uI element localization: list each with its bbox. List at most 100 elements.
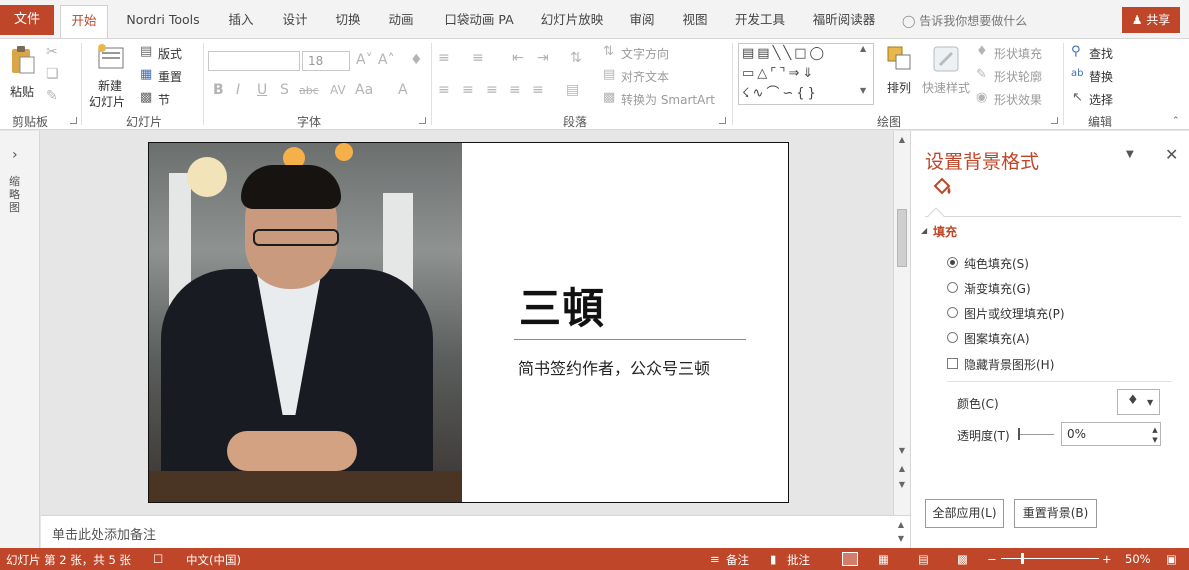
align-left-icon[interactable]: ≡	[438, 83, 450, 97]
gallery-up-icon[interactable]: ▲	[860, 45, 866, 53]
solid-fill-radio[interactable]	[947, 257, 958, 268]
justify-icon[interactable]: ≡	[509, 83, 521, 97]
line-spacing-icon[interactable]: ⇅	[570, 51, 582, 65]
align-text-button[interactable]: ▤ 对齐文本	[603, 67, 685, 85]
hide-background-checkbox[interactable]	[947, 358, 958, 369]
tab-animations[interactable]: 动画	[382, 5, 420, 35]
tab-developer[interactable]: 开发工具	[730, 5, 790, 35]
scroll-down-icon[interactable]: ▼	[897, 446, 907, 456]
tab-foxit-reader[interactable]: 福昕阅读器	[808, 5, 880, 35]
shrink-font-icon[interactable]: A˄	[378, 53, 395, 67]
scrollbar-thumb[interactable]	[897, 209, 907, 267]
italic-icon[interactable]: I	[236, 83, 240, 97]
zoom-slider-handle[interactable]	[1021, 553, 1024, 564]
apply-to-all-button[interactable]: 全部应用(L)	[925, 499, 1004, 528]
font-launcher-icon[interactable]	[419, 117, 426, 124]
replace-button[interactable]: ab 替换	[1071, 67, 1131, 85]
clipboard-launcher-icon[interactable]	[70, 117, 77, 124]
tab-slideshow[interactable]: 幻灯片放映	[536, 5, 608, 35]
section-button[interactable]: ▩ 节	[140, 90, 196, 108]
font-name-select[interactable]	[208, 51, 300, 71]
expand-thumbnails-icon[interactable]: ›	[12, 147, 18, 163]
zoom-level[interactable]: 50%	[1125, 552, 1151, 566]
paragraph-launcher-icon[interactable]	[719, 117, 726, 124]
zoom-out-icon[interactable]: −	[987, 552, 997, 566]
reset-background-button[interactable]: 重置背景(B)	[1014, 499, 1097, 528]
shape-fill-button[interactable]: ♦ 形状填充	[976, 44, 1056, 62]
distributed-icon[interactable]: ≡	[532, 83, 544, 97]
portrait-photo[interactable]	[149, 143, 462, 502]
spin-up-icon[interactable]: ▲	[1150, 425, 1160, 435]
shape-outline-button[interactable]: ✎ 形状轮廓	[976, 67, 1056, 85]
bullets-icon[interactable]: ≡	[438, 51, 450, 65]
tab-home[interactable]: 开始	[60, 5, 108, 39]
scroll-up-icon[interactable]: ▲	[897, 135, 907, 145]
grow-font-icon[interactable]: A˅	[356, 53, 373, 67]
transparency-slider[interactable]	[1018, 434, 1054, 435]
slide-canvas[interactable]: 三頓 简书签约作者，公众号三顿	[148, 142, 789, 503]
share-button[interactable]: ♟ 共享	[1122, 7, 1180, 33]
align-center-icon[interactable]: ≡	[462, 83, 474, 97]
slide-divider-line[interactable]	[514, 339, 746, 340]
copy-icon[interactable]: ❏	[46, 67, 59, 81]
gallery-more-icon[interactable]: ▼	[860, 87, 866, 95]
notes-scroll-down-icon[interactable]: ▼	[896, 534, 906, 544]
notes-pane[interactable]: 单击此处添加备注 ▲ ▼	[41, 515, 910, 548]
cut-icon[interactable]: ✂	[46, 45, 58, 59]
increase-indent-icon[interactable]: ⇥	[537, 51, 549, 65]
previous-slide-icon[interactable]: ▲	[897, 464, 907, 474]
tell-me-search[interactable]: ◯ 告诉我你想要做什么	[902, 12, 1027, 29]
numbering-icon[interactable]: ≡	[472, 51, 484, 65]
language-indicator[interactable]: 中文(中国)	[186, 552, 241, 568]
transparency-slider-handle[interactable]	[1018, 428, 1020, 440]
arrange-button[interactable]: 排列	[884, 43, 916, 107]
fit-slide-icon[interactable]: ▣	[1166, 552, 1177, 566]
tab-view[interactable]: 视图	[677, 5, 713, 35]
quick-styles-button[interactable]: 快速样式	[920, 43, 972, 107]
close-icon[interactable]: ✕	[1165, 145, 1178, 164]
picture-fill-radio[interactable]	[947, 307, 958, 318]
collapse-section-icon[interactable]: ◢	[921, 226, 927, 235]
shape-effects-button[interactable]: ◉ 形状效果	[976, 90, 1056, 108]
format-painter-icon[interactable]: ✎	[46, 89, 58, 103]
fill-bucket-icon[interactable]	[931, 175, 953, 197]
find-button[interactable]: ⚲ 查找	[1071, 44, 1131, 62]
pane-scrollbar[interactable]	[1183, 227, 1189, 477]
pattern-fill-radio[interactable]	[947, 332, 958, 343]
strikethrough-icon[interactable]: abc	[299, 85, 319, 96]
clear-format-icon[interactable]: ♦	[410, 53, 423, 67]
shadow-icon[interactable]: S	[280, 83, 289, 97]
reset-button[interactable]: ▦ 重置	[140, 67, 196, 85]
columns-icon[interactable]: ▤	[566, 83, 579, 97]
font-size-select[interactable]: 18	[302, 51, 350, 71]
new-slide-button[interactable]: 新建 幻灯片	[88, 43, 136, 109]
zoom-slider[interactable]	[1001, 558, 1099, 559]
smartart-button[interactable]: ▩ 转换为 SmartArt	[603, 90, 723, 108]
select-button[interactable]: ↖ 选择	[1071, 90, 1131, 108]
pane-options-icon[interactable]: ▼	[1126, 149, 1134, 160]
tab-file[interactable]: 文件	[0, 5, 54, 35]
layout-button[interactable]: ▤ 版式	[140, 44, 196, 62]
zoom-in-icon[interactable]: +	[1102, 552, 1112, 566]
tab-transitions[interactable]: 切换	[329, 5, 367, 35]
slide-sorter-icon[interactable]: ▦	[878, 552, 889, 566]
paste-button[interactable]: 粘贴	[6, 45, 40, 105]
next-slide-icon[interactable]: ▼	[897, 480, 907, 490]
tab-pocket-animation[interactable]: 口袋动画 PA	[440, 5, 518, 35]
align-right-icon[interactable]: ≡	[486, 83, 498, 97]
text-direction-button[interactable]: ⇅ 文字方向	[603, 44, 685, 62]
bold-icon[interactable]: B	[213, 83, 224, 97]
tab-nordri-tools[interactable]: Nordri Tools	[116, 5, 210, 35]
drawing-launcher-icon[interactable]	[1051, 117, 1058, 124]
change-case-icon[interactable]: Aa	[355, 83, 373, 97]
tab-review[interactable]: 审阅	[624, 5, 660, 35]
underline-icon[interactable]: U	[257, 83, 267, 97]
reading-view-icon[interactable]: ▤	[918, 552, 929, 566]
decrease-indent-icon[interactable]: ⇤	[512, 51, 524, 65]
gradient-fill-radio[interactable]	[947, 282, 958, 293]
font-color-icon[interactable]: A	[398, 83, 408, 97]
color-picker-button[interactable]: ♦ ▼	[1117, 389, 1160, 415]
collapse-ribbon-icon[interactable]: ⌃	[1172, 117, 1180, 126]
shapes-gallery[interactable]: ▤▤╲╲□◯ ▭△⌜⌝⇒⇓ ☇∿⌒∽{}	[738, 43, 874, 105]
spin-down-icon[interactable]: ▼	[1150, 435, 1160, 445]
